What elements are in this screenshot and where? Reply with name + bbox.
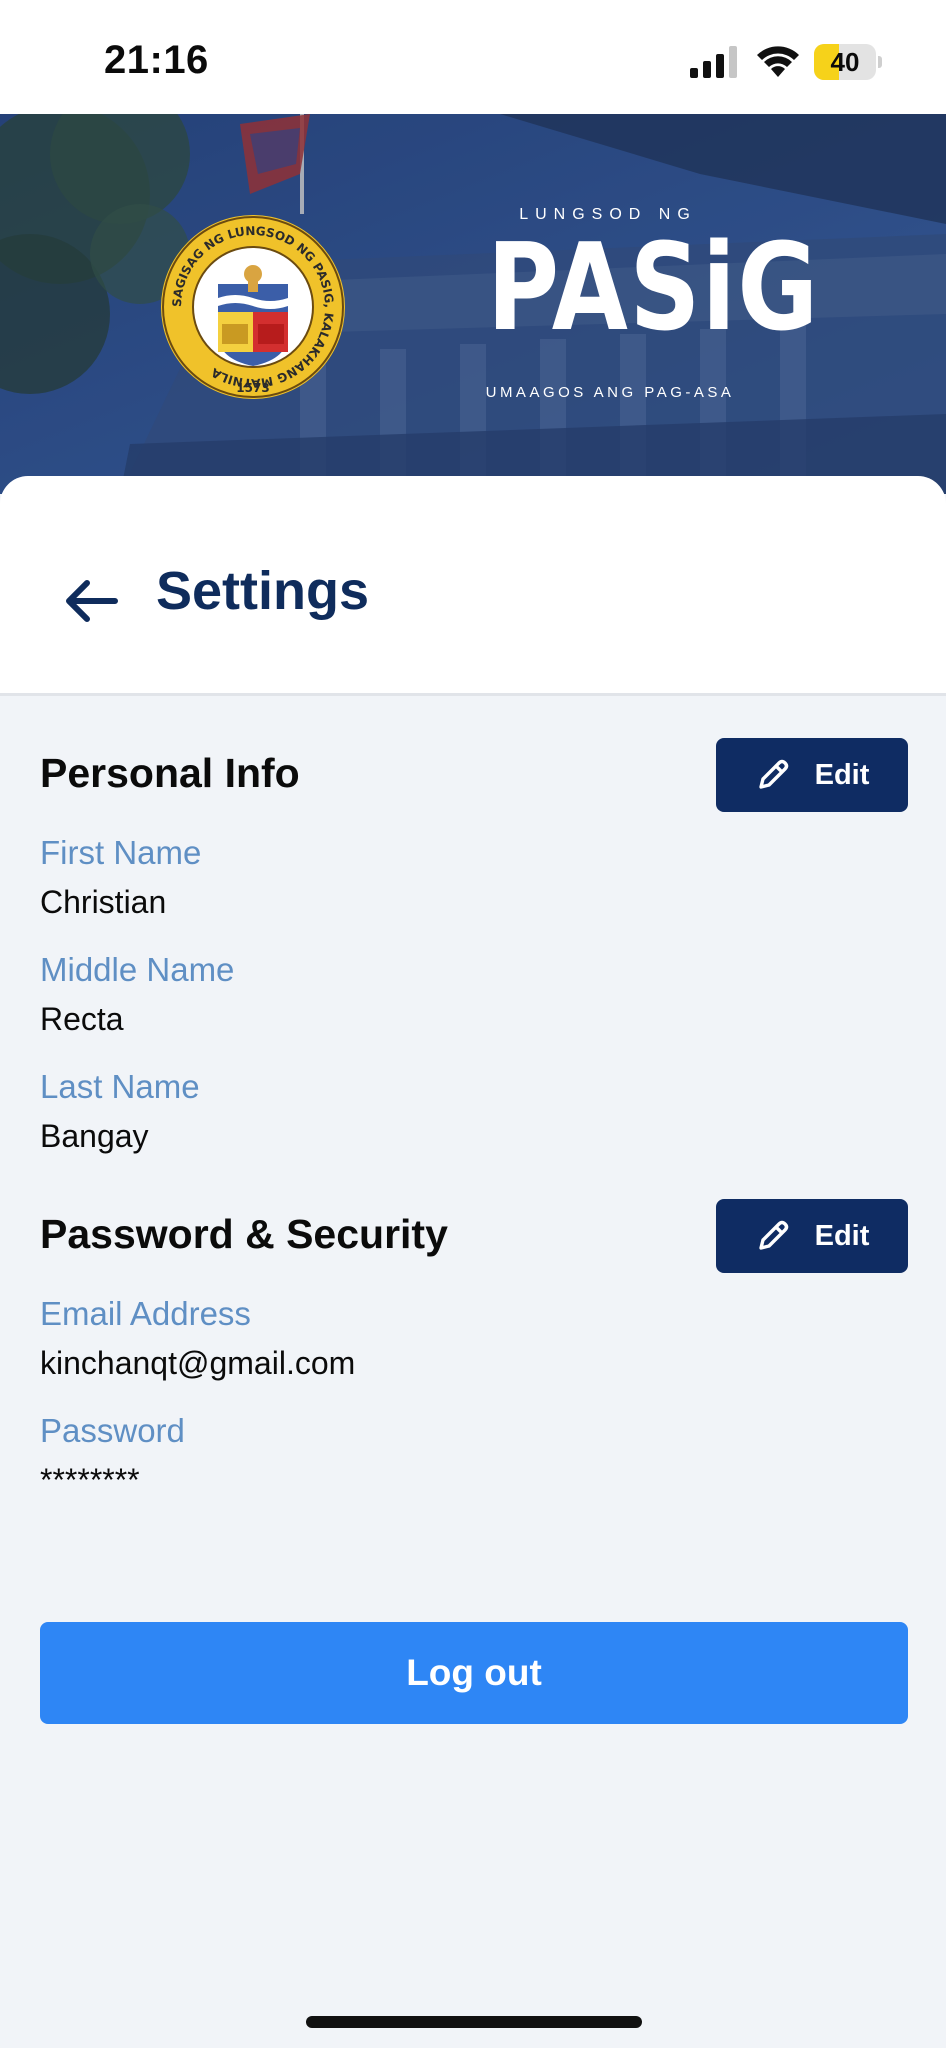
arrow-left-icon <box>66 580 118 622</box>
status-time: 21:16 <box>104 38 209 82</box>
edit-label: Edit <box>814 1219 870 1252</box>
pasig-seal-logo: SAGISAG NG LUNGSOD NG PASIG, KALAKHANG M… <box>161 215 345 399</box>
back-button[interactable] <box>56 566 126 636</box>
first-name-value: Christian <box>40 884 167 920</box>
city-banner: SAGISAG NG LUNGSOD NG PASIG, KALAKHANG M… <box>0 114 946 494</box>
battery-level: 40 <box>830 47 860 77</box>
pencil-icon <box>758 1220 788 1250</box>
email-value: kinchanqt@gmail.com <box>40 1345 356 1381</box>
personal-info-title: Personal Info <box>40 750 300 796</box>
logout-button[interactable]: Log out <box>40 1622 908 1724</box>
pencil-icon <box>758 759 788 789</box>
page-title: Settings <box>156 561 370 621</box>
signal-icon <box>690 46 737 78</box>
email-label: Email Address <box>40 1295 251 1332</box>
password-value: ******** <box>40 1462 140 1498</box>
last-name-label: Last Name <box>40 1068 200 1105</box>
battery-icon: 40 <box>814 44 882 80</box>
logo-tagline: UMAAGOS ANG PAG-ASA <box>485 384 735 401</box>
seal-year: 1573 <box>236 381 269 395</box>
logo-pasig-wordmark: PASiG <box>487 219 820 358</box>
middle-name-label: Middle Name <box>40 951 235 988</box>
last-name-value: Bangay <box>40 1118 149 1154</box>
first-name-label: First Name <box>40 834 202 871</box>
status-bar: 21:16 40 <box>0 0 946 114</box>
settings-header: Settings <box>0 476 946 696</box>
edit-personal-info-button[interactable]: Edit <box>716 738 908 812</box>
middle-name-value: Recta <box>40 1001 124 1037</box>
home-indicator <box>306 2016 642 2028</box>
wifi-icon <box>757 46 799 77</box>
password-label: Password <box>40 1412 185 1449</box>
password-security-title: Password & Security <box>40 1211 448 1257</box>
edit-label: Edit <box>814 758 870 791</box>
edit-security-button[interactable]: Edit <box>716 1199 908 1273</box>
